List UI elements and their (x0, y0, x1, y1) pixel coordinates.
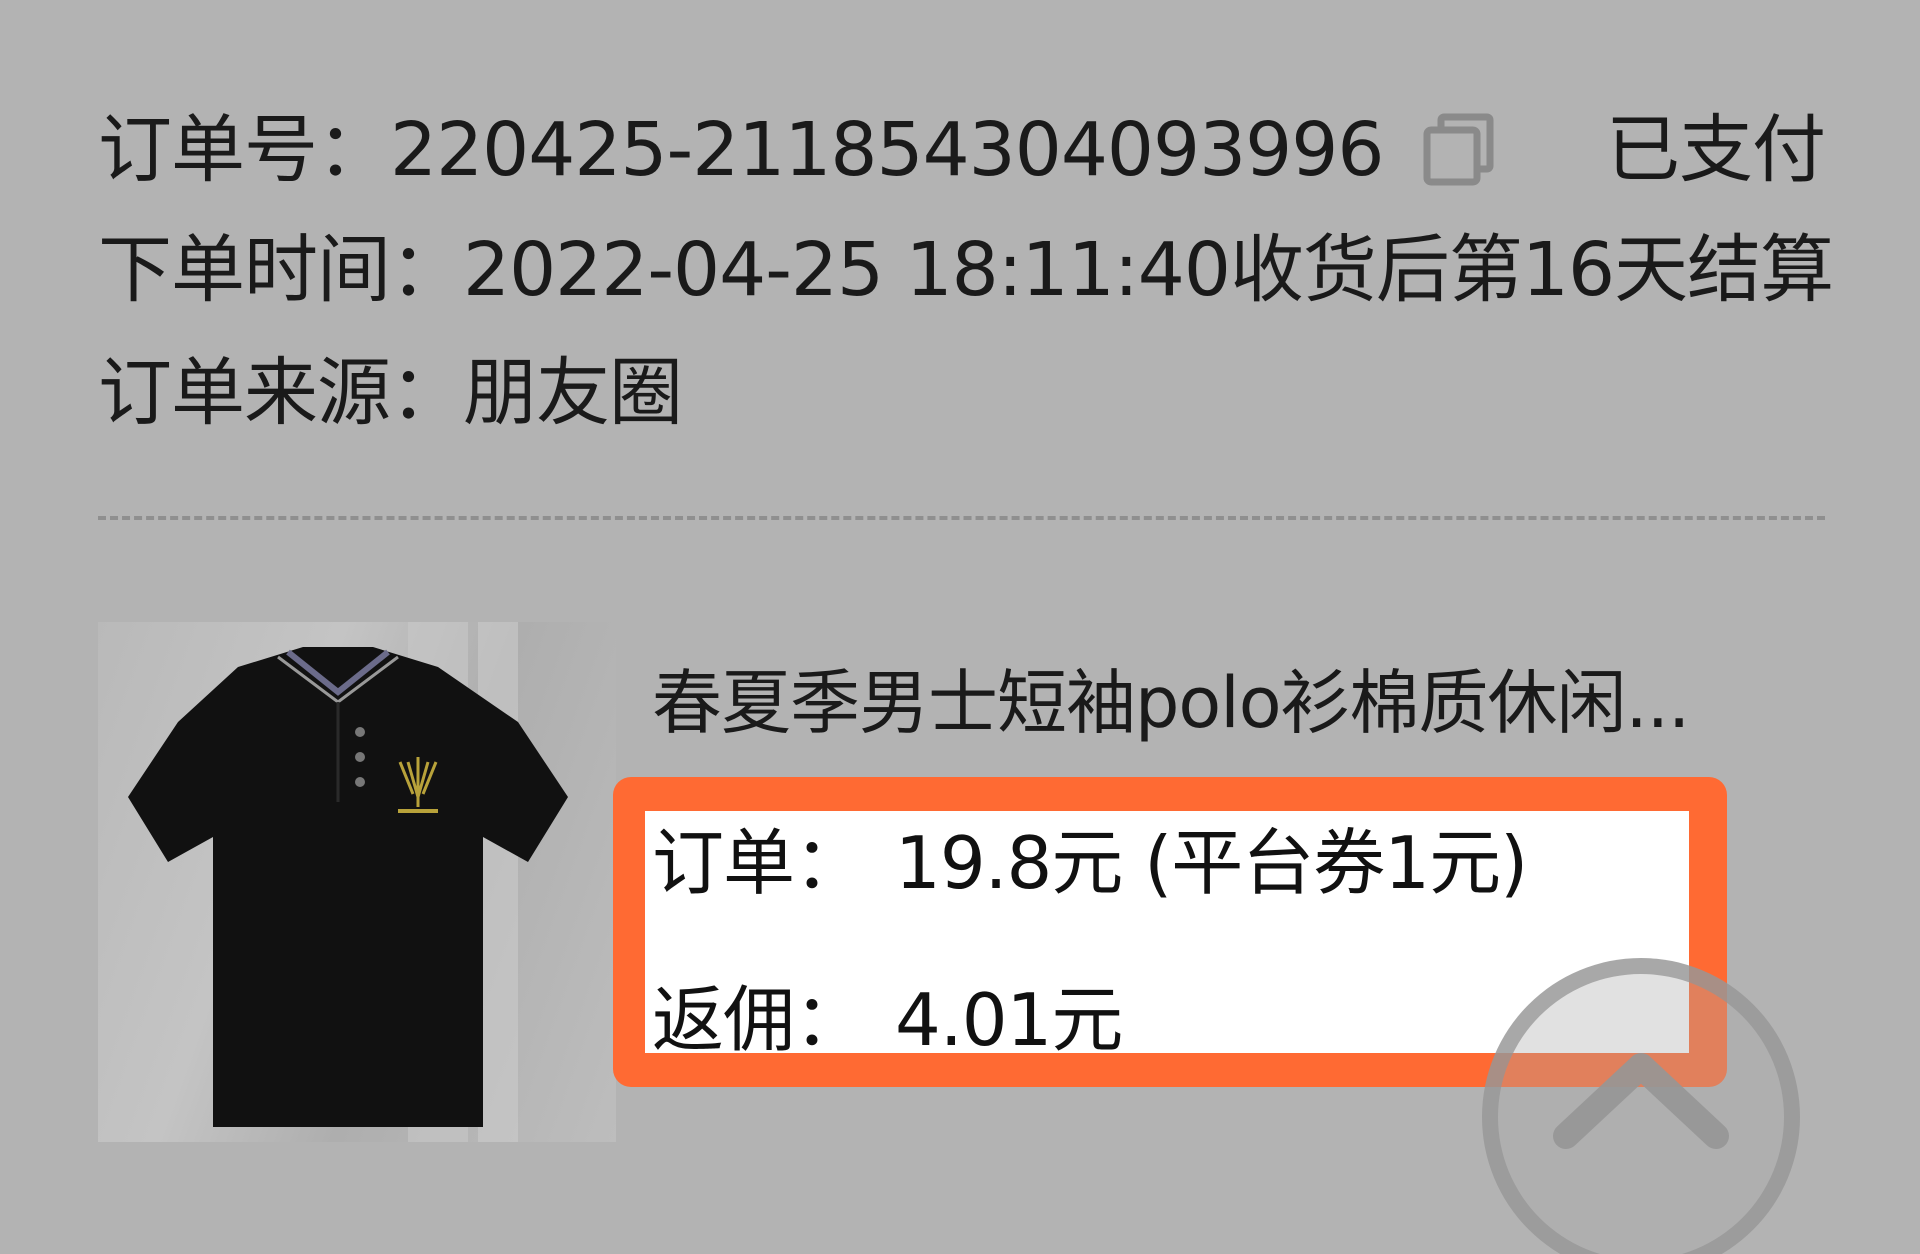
order-time-value: 2022-04-25 18:11:40 (463, 227, 1231, 313)
polo-shirt-image[interactable] (98, 622, 616, 1142)
order-source-label: 订单来源： (98, 350, 464, 436)
scroll-to-top-button[interactable] (1482, 958, 1800, 1254)
order-source-value: 朋友圈 (463, 350, 683, 436)
order-source-row: 订单来源： 朋友圈 (98, 348, 1825, 438)
settlement-note: 收货后第16天结算 (1229, 227, 1834, 313)
order-time-label: 下单时间： (98, 227, 464, 313)
order-status: 已支付 (1606, 107, 1826, 193)
order-number-row: 订单号： 220425-211854304093996 已支付 (98, 105, 1826, 195)
order-detail-screen: 订单号： 220425-211854304093996 已支付 下单时间： 20… (0, 0, 1920, 1254)
order-amount-value: 19.8元 (平台券1元) (895, 821, 1528, 905)
product-title[interactable]: 春夏季男士短袖polo衫棉质休闲... (652, 658, 1762, 748)
chevron-up-icon (1553, 1053, 1729, 1149)
order-number-label: 订单号： (98, 107, 391, 193)
order-number-value: 220425-211854304093996 (390, 107, 1384, 193)
commission-label: 返佣： (652, 978, 866, 1062)
order-amount-label: 订单： (652, 821, 866, 905)
commission-value: 4.01元 (895, 978, 1123, 1062)
order-amount-line: 订单： 19.8元 (平台券1元) (652, 818, 1528, 908)
dashed-divider (98, 516, 1825, 520)
order-time-row: 下单时间： 2022-04-25 18:11:40 收货后第16天结算 (98, 225, 1834, 315)
copy-icon[interactable] (1421, 112, 1497, 188)
commission-line: 返佣： 4.01元 (652, 975, 1123, 1065)
